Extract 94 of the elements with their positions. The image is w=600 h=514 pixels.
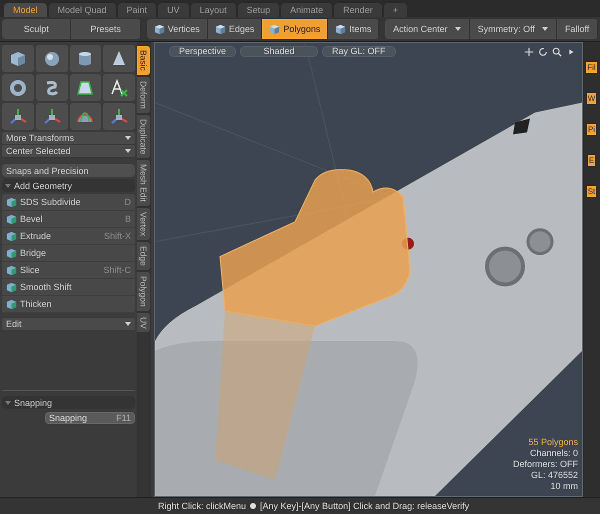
viewport-button[interactable]: Perspective	[169, 46, 236, 57]
tool-button[interactable]	[70, 74, 102, 101]
tool-name: Extrude	[20, 231, 52, 241]
tool-button[interactable]	[2, 45, 34, 72]
viewport-info-text: Deformers: OFF	[512, 459, 578, 470]
snapping-button[interactable]: Snapping F11	[45, 412, 135, 424]
tool-list-item[interactable]: Bridge	[2, 245, 135, 262]
panel-label: Fil	[586, 62, 597, 73]
shortcut-label: Shift-X	[104, 231, 131, 241]
text-icon	[109, 78, 130, 98]
tool-list-item[interactable]: Slice Shift-C	[2, 262, 135, 279]
dropdown[interactable]: Center Selected	[2, 145, 135, 158]
section-header[interactable]: Snapping	[2, 396, 135, 409]
dot-icon	[250, 503, 256, 509]
search-icon[interactable]	[552, 46, 562, 56]
tool-button[interactable]	[103, 74, 135, 101]
tool-list-item[interactable]: Extrude Shift-X	[2, 228, 135, 245]
cube-icon	[6, 196, 17, 208]
mode-button[interactable]: Vertices	[146, 19, 208, 39]
tool-name: Bevel	[20, 214, 44, 224]
cube-icon	[335, 24, 346, 34]
workspace-tab[interactable]: UV	[158, 3, 189, 17]
dropdown[interactable]: Edit	[2, 318, 135, 331]
tool-name: SDS Subdivide	[20, 197, 82, 207]
mode-button[interactable]: Polygons	[262, 19, 328, 39]
cube-icon	[6, 282, 17, 292]
cube-icon	[214, 24, 226, 34]
tool-button[interactable]	[2, 103, 34, 130]
caret-icon	[125, 136, 131, 140]
vertical-tab[interactable]: Basic	[137, 46, 150, 75]
workspace-tab[interactable]: Paint	[118, 3, 156, 17]
tool-button[interactable]	[103, 103, 135, 130]
cube-icon	[6, 248, 17, 258]
tool-name: Bridge	[20, 248, 48, 258]
section-header[interactable]: Add Geometry	[2, 179, 135, 192]
status-text: Right Click: clickMenu	[158, 501, 246, 511]
tool-name: Thicken	[20, 299, 53, 309]
rotate-icon[interactable]	[538, 46, 548, 56]
tool-list-item[interactable]: Bevel B	[2, 211, 135, 228]
tool-button[interactable]	[36, 45, 68, 72]
toolbar-button[interactable]: Sculpt	[2, 19, 72, 39]
vertical-tab[interactable]: UV	[137, 312, 150, 332]
workspace-tab[interactable]: Animate	[281, 3, 332, 17]
viewport-info-text: GL: 476552	[530, 470, 578, 481]
tool-button[interactable]	[103, 45, 135, 72]
tool-list-item[interactable]: SDS Subdivide D	[2, 194, 135, 211]
vertical-tab[interactable]: Vertex	[137, 208, 150, 240]
viewport-button[interactable]: Shaded	[240, 46, 318, 57]
shortcut-label: B	[124, 214, 131, 224]
tool-name: Slice	[20, 265, 41, 275]
panel-label: E	[588, 155, 596, 166]
vertical-tab[interactable]: Duplicate	[137, 114, 150, 158]
vertical-tab[interactable]: Mesh Edit	[137, 160, 150, 206]
tool-button[interactable]	[70, 45, 102, 72]
viewport-info-text: 55 Polygons	[527, 437, 578, 448]
shortcut-label: D	[124, 197, 131, 207]
tool-list-item[interactable]: Smooth Shift	[2, 279, 135, 296]
tool-name: Smooth Shift	[20, 282, 73, 292]
toolbar-button[interactable]: Action Center	[385, 19, 470, 39]
cube-icon	[154, 24, 165, 34]
torus-icon	[8, 78, 28, 98]
tool-button[interactable]	[36, 103, 68, 130]
cube-icon	[269, 24, 280, 34]
tool-button[interactable]	[2, 74, 34, 101]
panel-label: W	[586, 93, 596, 104]
vertical-tab[interactable]: Edge	[137, 242, 150, 270]
workspace-tab[interactable]: Setup	[238, 3, 280, 17]
tool-list-item[interactable]: Thicken	[2, 296, 135, 313]
tool-button[interactable]	[36, 74, 68, 101]
shortcut-label: Shift-C	[103, 265, 131, 275]
viewport-button[interactable]: Ray GL: OFF	[322, 46, 396, 57]
workspace-tab[interactable]: Model Quad	[48, 3, 116, 17]
workspace-tab[interactable]: Layout	[190, 3, 236, 17]
caret-icon	[125, 322, 131, 326]
snaps-button[interactable]: Snaps and Precision	[2, 164, 135, 177]
caret-icon	[125, 149, 131, 153]
panel-label: St	[586, 186, 596, 197]
viewport-info-text: 10 mm	[549, 481, 578, 492]
vertical-tab[interactable]: Deform	[137, 76, 150, 113]
workspace-tab[interactable]: Render	[334, 3, 382, 17]
section-title: Snapping	[14, 398, 52, 408]
section-title: Add Geometry	[14, 180, 72, 190]
workspace-tab[interactable]: +	[384, 3, 407, 17]
vertical-tab[interactable]: Polygon	[137, 272, 150, 311]
tool-button[interactable]	[70, 103, 102, 130]
panel-label: Pi	[586, 124, 596, 135]
workspace-tab[interactable]: Model	[4, 3, 47, 17]
cube-icon	[6, 214, 17, 224]
dropdown[interactable]: More Transforms	[2, 132, 135, 145]
cube-icon	[6, 298, 17, 310]
status-text: [Any Key]-[Any Button] Click and Drag: releaseVerify	[260, 501, 470, 511]
viewport-info-text: Channels: 0	[528, 448, 578, 459]
cube-icon	[6, 264, 17, 276]
cube-icon	[6, 230, 17, 242]
